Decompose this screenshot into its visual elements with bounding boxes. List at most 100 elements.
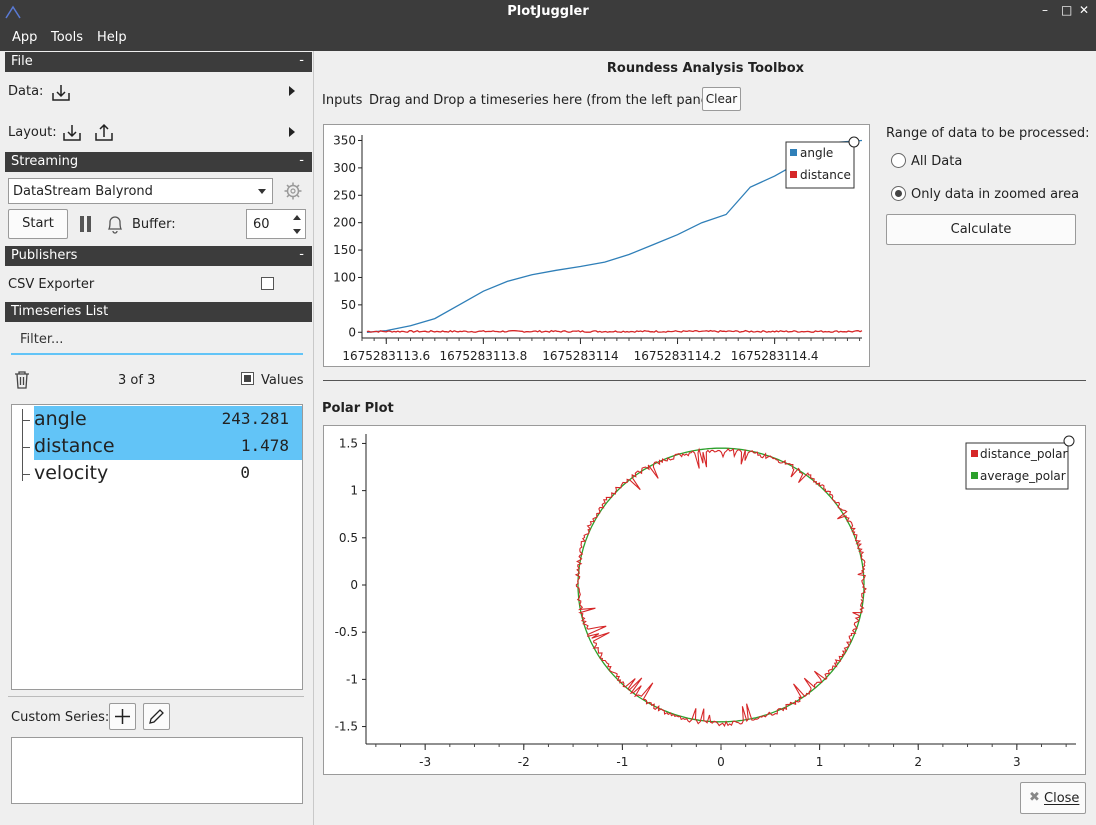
menu-app[interactable]: App	[12, 30, 37, 45]
spin-down-icon[interactable]	[293, 229, 301, 234]
list-item[interactable]: angle 243.281	[34, 406, 302, 433]
close-icon[interactable]: ✕	[1079, 3, 1089, 17]
series-value: 1.478	[240, 436, 289, 455]
file-section-title: File	[11, 54, 33, 69]
window-title: PlotJuggler	[507, 4, 589, 19]
maximize-icon[interactable]: □	[1061, 3, 1072, 17]
y-tick-label: 100	[333, 270, 356, 284]
legend-label: angle	[800, 146, 833, 160]
x-tick-label: 1675283113.6	[342, 349, 430, 363]
edit-custom-series-button[interactable]	[143, 703, 170, 730]
gear-icon[interactable]	[283, 181, 303, 201]
y-tick-label: 350	[333, 133, 356, 147]
polar-plot[interactable]: -1.5 -1 -0.5 0 0.5 1 1.5 -3 -2 -1 0 1 2 3 distance_pol…	[323, 425, 1086, 775]
collapse-icon[interactable]: -	[299, 153, 304, 168]
start-button[interactable]: Start	[8, 209, 68, 239]
legend-swatch	[971, 450, 978, 457]
legend-handle-icon	[848, 136, 860, 148]
x-tick-label: 1675283114.2	[634, 349, 722, 363]
x-tick-label: -3	[419, 755, 431, 769]
y-tick-label: 1.5	[339, 436, 358, 450]
series-line-distance	[366, 329, 863, 333]
pencil-icon	[149, 709, 164, 724]
x-tick-label: 2	[914, 755, 922, 769]
toolbox-title: Roundess Analysis Toolbox	[606, 61, 805, 76]
expand-data-arrow-icon[interactable]	[289, 86, 295, 96]
list-item[interactable]: distance 1.478	[34, 433, 302, 460]
y-tick-label: -0.5	[335, 625, 358, 639]
timeseries-section-title: Timeseries List	[11, 304, 109, 319]
pause-icon[interactable]	[79, 215, 93, 233]
inputs-label: Inputs	[322, 93, 363, 108]
streaming-source-value: DataStream Balyrond	[13, 184, 153, 199]
trash-icon[interactable]	[13, 370, 31, 390]
y-tick-label: 50	[341, 298, 356, 312]
close-x-icon: ✖	[1029, 790, 1040, 805]
timeseries-list: angle 243.281 distance 1.478 velocity 0	[11, 404, 303, 690]
range-title: Range of data to be processed:	[886, 126, 1090, 141]
legend-swatch	[790, 149, 797, 156]
custom-series-label: Custom Series:	[11, 710, 110, 725]
legend-handle-icon	[1063, 435, 1075, 447]
polar-plot-canvas[interactable]: -1.5 -1 -0.5 0 0.5 1 1.5 -3 -2 -1 0 1 2 3 distance_pol…	[324, 426, 1085, 774]
y-tick-label: 0	[350, 578, 358, 592]
minimize-icon[interactable]: –	[1042, 3, 1048, 17]
publishers-section-header[interactable]: Publishers -	[5, 246, 312, 266]
radio-all-data[interactable]	[891, 153, 906, 168]
y-tick-label: 0	[348, 325, 356, 339]
y-tick-label: 150	[333, 243, 356, 257]
y-tick-label: -1.5	[335, 720, 358, 734]
streaming-section-header[interactable]: Streaming -	[5, 152, 312, 172]
timeseries-count: 3 of 3	[118, 373, 156, 388]
add-custom-series-button[interactable]	[109, 703, 136, 730]
collapse-icon[interactable]: -	[299, 247, 304, 262]
spin-up-icon[interactable]	[293, 215, 301, 220]
plus-icon	[115, 709, 130, 724]
y-tick-label: 200	[333, 216, 356, 230]
layout-label: Layout:	[8, 125, 57, 140]
close-button-label: Close	[1044, 791, 1080, 806]
menu-tools[interactable]: Tools	[51, 30, 83, 45]
load-data-icon[interactable]	[50, 82, 72, 104]
series-name: distance	[34, 435, 115, 457]
timeseries-plot[interactable]: 0 50 100 150 200 250 300 350 1675283113.6 1675283…	[323, 124, 870, 367]
csv-exporter-label: CSV Exporter	[8, 277, 95, 292]
y-tick-label: 0.5	[339, 531, 358, 545]
load-layout-icon[interactable]	[61, 122, 83, 144]
expand-layout-arrow-icon[interactable]	[289, 127, 295, 137]
radio-zoomed-area[interactable]	[891, 186, 906, 201]
buffer-value: 60	[253, 217, 270, 232]
streaming-section-title: Streaming	[11, 154, 79, 169]
bell-icon[interactable]	[105, 213, 125, 235]
calculate-button-label: Calculate	[950, 222, 1012, 237]
file-section-header[interactable]: File -	[5, 52, 312, 72]
series-value: 0	[240, 463, 250, 482]
streaming-source-select[interactable]: DataStream Balyrond	[8, 178, 273, 204]
clear-button[interactable]: Clear	[702, 87, 741, 111]
filter-input[interactable]: Filter...	[11, 329, 303, 355]
window-titlebar[interactable]: PlotJuggler – □ ✕	[0, 0, 1096, 26]
close-button[interactable]: ✖ Close	[1020, 782, 1086, 814]
csv-exporter-checkbox[interactable]	[261, 277, 274, 290]
values-checkbox[interactable]	[241, 372, 254, 385]
buffer-spinbox[interactable]: 60	[246, 209, 306, 239]
collapse-icon[interactable]: -	[299, 53, 304, 68]
start-button-label: Start	[22, 216, 54, 231]
x-tick-label: 1675283114	[542, 349, 618, 363]
calculate-button[interactable]: Calculate	[886, 214, 1076, 245]
legend-swatch	[971, 472, 978, 479]
list-item[interactable]: velocity 0	[34, 460, 302, 487]
x-tick-label: 1	[816, 755, 824, 769]
timeseries-plot-canvas[interactable]: 0 50 100 150 200 250 300 350 1675283113.6 1675283…	[324, 125, 869, 366]
custom-series-list	[11, 737, 303, 804]
menu-help[interactable]: Help	[97, 30, 127, 45]
chart-legend: distance_polar average_polar	[965, 442, 1069, 490]
series-name: velocity	[34, 462, 109, 484]
y-tick-label: 250	[333, 188, 356, 202]
x-tick-label: 0	[717, 755, 725, 769]
divider	[323, 380, 1086, 381]
save-layout-icon[interactable]	[93, 122, 115, 144]
x-tick-label: 1675283113.8	[439, 349, 527, 363]
polar-plot-title: Polar Plot	[322, 401, 394, 416]
menu-bar: App Tools Help	[0, 26, 1096, 51]
